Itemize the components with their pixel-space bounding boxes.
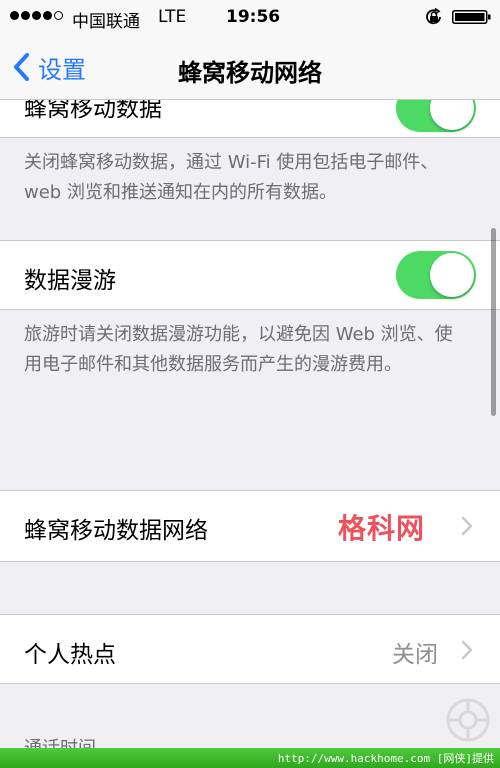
- navigation-bar: 设置 蜂窝移动网络: [0, 34, 500, 100]
- signal-dot: [10, 11, 19, 20]
- data-roaming-footer: 旅游时请关闭数据漫游功能，以避免因 Web 浏览、使用电子邮件和其他数据服务而产…: [24, 324, 453, 375]
- watermark-logo-icon: [446, 698, 490, 742]
- chevron-right-icon: [461, 640, 473, 660]
- cellular-data-row: 蜂窝移动数据: [0, 100, 500, 138]
- signal-dot: [43, 11, 52, 20]
- personal-hotspot-row[interactable]: 个人热点 关闭: [0, 614, 500, 684]
- signal-dot-empty: [54, 11, 63, 20]
- toggle-knob: [430, 100, 474, 130]
- cellular-data-toggle[interactable]: [396, 100, 476, 132]
- watermark-site-name: 格科网: [338, 512, 426, 545]
- personal-hotspot-label: 个人热点: [24, 642, 116, 668]
- call-time-header: 通话时间: [24, 734, 96, 748]
- data-roaming-row: 数据漫游: [0, 240, 500, 310]
- source-watermark-text: http://www.hackhome.com [网侠]提供: [277, 752, 494, 765]
- toggle-knob: [430, 253, 474, 297]
- page-title: 蜂窝移动网络: [178, 59, 322, 87]
- status-bar: 中国联通 LTE 19:56: [0, 0, 500, 34]
- cellular-data-label: 蜂窝移动数据: [24, 100, 162, 122]
- personal-hotspot-value: 关闭: [392, 642, 438, 668]
- cellular-data-network-label: 蜂窝移动数据网络: [24, 518, 208, 544]
- status-time: 19:56: [226, 7, 281, 27]
- signal-dot: [32, 11, 41, 20]
- signal-dot: [21, 11, 30, 20]
- scrollbar[interactable]: [491, 228, 496, 416]
- orientation-lock-icon: [426, 8, 441, 25]
- data-roaming-label: 数据漫游: [24, 268, 116, 294]
- signal-strength-icon: [10, 11, 63, 20]
- network-type: LTE: [158, 7, 187, 27]
- source-watermark-bar: http://www.hackhome.com [网侠]提供: [0, 748, 500, 768]
- settings-list: 蜂窝移动数据 关闭蜂窝移动数据，通过 Wi-Fi 使用包括电子邮件、web 浏览…: [0, 100, 500, 748]
- data-roaming-toggle[interactable]: [396, 251, 476, 299]
- cellular-data-footer: 关闭蜂窝移动数据，通过 Wi-Fi 使用包括电子邮件、web 浏览和推送通知在内…: [24, 152, 439, 203]
- carrier-name: 中国联通: [72, 12, 140, 32]
- chevron-right-icon: [461, 516, 473, 536]
- battery-icon: [452, 10, 491, 24]
